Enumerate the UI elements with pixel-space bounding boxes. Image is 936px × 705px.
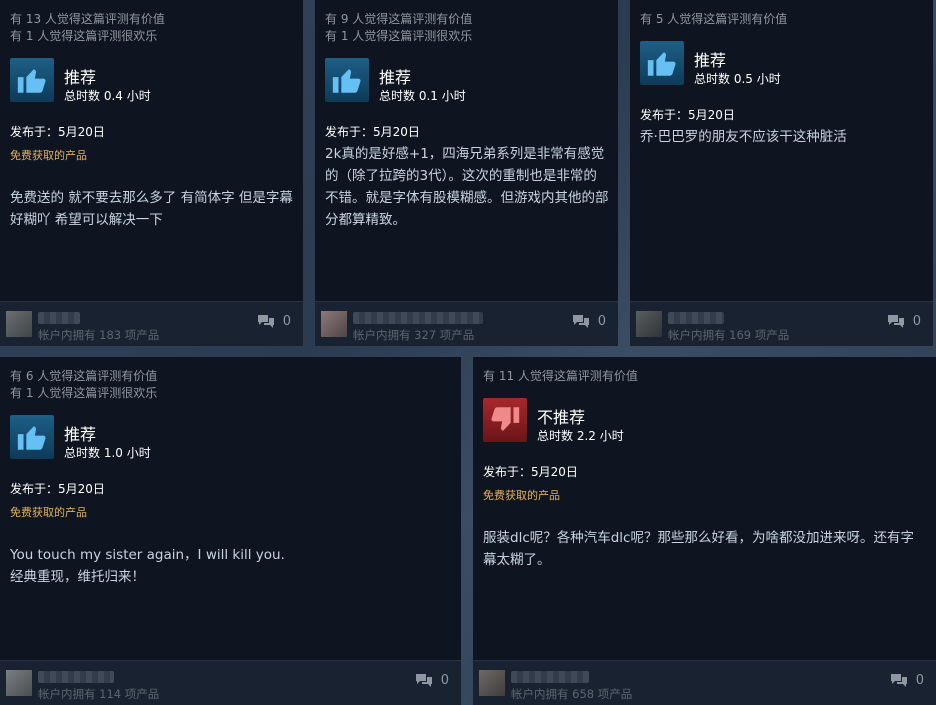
comment-icon: [890, 674, 907, 687]
comment-icon: [572, 315, 589, 328]
comment-count: 0: [912, 314, 921, 329]
thumbs-up-icon[interactable]: [325, 58, 369, 102]
hours-played: 总时数 2.2 小时: [537, 429, 624, 443]
reviewer-name-blurred[interactable]: [38, 671, 114, 683]
review-body: 免费送的 就不要去那么多了 有简体字 但是字幕好糊吖 希望可以解决一下: [10, 190, 293, 228]
funny-count: 有 1 人觉得这篇评测很欢乐: [325, 29, 473, 43]
hours-played: 总时数 1.0 小时: [64, 446, 151, 460]
thumbs-up-icon[interactable]: [10, 58, 54, 102]
posted-date: 发布于：5月20日: [640, 108, 735, 122]
helpful-count: 有 5 人觉得这篇评测有价值: [640, 12, 788, 26]
posted-date: 发布于：5月20日: [483, 465, 578, 479]
hours-played: 总时数 0.5 小时: [694, 72, 781, 86]
hours-played: 总时数 0.1 小时: [379, 89, 466, 103]
avatar[interactable]: [6, 311, 32, 337]
comment-button[interactable]: 0: [415, 673, 449, 688]
helpful-count: 有 13 人觉得这篇评测有价值: [10, 12, 165, 26]
reviewer-name-blurred[interactable]: [668, 312, 724, 324]
products-owned: 帐户内拥有 169 项产品: [668, 328, 790, 342]
review-verdict: 推荐: [64, 68, 97, 87]
review-card: 有 6 人觉得这篇评测有价值 有 1 人觉得这篇评测很欢乐 推荐 总时数 1.0…: [0, 357, 461, 705]
review-helpfulness: 有 11 人觉得这篇评测有价值: [483, 368, 638, 385]
review-footer: 帐户内拥有 658 项产品 0: [473, 660, 936, 705]
thumbs-up-icon[interactable]: [640, 41, 684, 85]
review-body: 服装dlc呢？各种汽车dlc呢？那些那么好看，为啥都没加进来呀。还有字幕太糊了。: [483, 530, 914, 568]
comment-count: 0: [597, 314, 606, 329]
funny-count: 有 1 人觉得这篇评测很欢乐: [10, 29, 158, 43]
hours-played: 总时数 0.4 小时: [64, 89, 151, 103]
comment-button[interactable]: 0: [257, 314, 291, 329]
posted-date: 发布于：5月20日: [325, 125, 420, 139]
free-product-tag: 免费获取的产品: [483, 489, 560, 502]
review-body: 乔·巴巴罗的朋友不应该干这种脏活: [640, 129, 847, 145]
thumbs-down-icon[interactable]: [483, 398, 527, 442]
comment-button[interactable]: 0: [890, 673, 924, 688]
review-verdict: 推荐: [379, 68, 412, 87]
review-card: 有 5 人觉得这篇评测有价值 推荐 总时数 0.5 小时 发布于：5月20日 乔…: [630, 0, 933, 346]
comment-count: 0: [440, 673, 449, 688]
avatar[interactable]: [636, 311, 662, 337]
review-verdict: 推荐: [694, 51, 727, 70]
reviewer-name-blurred[interactable]: [38, 312, 80, 324]
comment-icon: [887, 315, 904, 328]
review-footer: 帐户内拥有 114 项产品 0: [0, 660, 461, 705]
avatar[interactable]: [6, 670, 32, 696]
helpful-count: 有 6 人觉得这篇评测有价值: [10, 369, 158, 383]
products-owned: 帐户内拥有 183 项产品: [38, 328, 160, 342]
reviewer-name-blurred[interactable]: [511, 671, 589, 683]
thumbs-up-icon[interactable]: [10, 415, 54, 459]
reviewer-name-blurred[interactable]: [353, 312, 483, 324]
review-verdict: 推荐: [64, 425, 97, 444]
review-helpfulness: 有 13 人觉得这篇评测有价值 有 1 人觉得这篇评测很欢乐: [10, 11, 165, 45]
review-helpfulness: 有 9 人觉得这篇评测有价值 有 1 人觉得这篇评测很欢乐: [325, 11, 472, 45]
review-helpfulness: 有 5 人觉得这篇评测有价值: [640, 11, 787, 28]
review-body: You touch my sister again，I will kill yo…: [10, 547, 285, 585]
products-owned: 帐户内拥有 658 项产品: [511, 687, 633, 701]
comment-icon: [257, 315, 274, 328]
review-helpfulness: 有 6 人觉得这篇评测有价值 有 1 人觉得这篇评测很欢乐: [10, 368, 157, 402]
review-footer: 帐户内拥有 327 项产品 0: [315, 301, 618, 346]
free-product-tag: 免费获取的产品: [10, 506, 87, 519]
avatar[interactable]: [479, 670, 505, 696]
avatar[interactable]: [321, 311, 347, 337]
review-verdict: 不推荐: [537, 408, 586, 427]
review-body: 2k真的是好感+1，四海兄弟系列是非常有感觉的（除了拉跨的3代）。这次的重制也是…: [325, 146, 609, 228]
review-card: 有 13 人觉得这篇评测有价值 有 1 人觉得这篇评测很欢乐 推荐 总时数 0.…: [0, 0, 303, 346]
comment-button[interactable]: 0: [887, 314, 921, 329]
helpful-count: 有 11 人觉得这篇评测有价值: [483, 369, 638, 383]
products-owned: 帐户内拥有 327 项产品: [353, 328, 475, 342]
comment-button[interactable]: 0: [572, 314, 606, 329]
review-card: 有 11 人觉得这篇评测有价值 不推荐 总时数 2.2 小时 发布于：5月20日…: [473, 357, 936, 705]
comment-count: 0: [915, 673, 924, 688]
free-product-tag: 免费获取的产品: [10, 149, 87, 162]
comment-count: 0: [282, 314, 291, 329]
posted-date: 发布于：5月20日: [10, 482, 105, 496]
review-footer: 帐户内拥有 183 项产品 0: [0, 301, 303, 346]
review-card: 有 9 人觉得这篇评测有价值 有 1 人觉得这篇评测很欢乐 推荐 总时数 0.1…: [315, 0, 618, 346]
review-footer: 帐户内拥有 169 项产品 0: [630, 301, 933, 346]
comment-icon: [415, 674, 432, 687]
posted-date: 发布于：5月20日: [10, 125, 105, 139]
helpful-count: 有 9 人觉得这篇评测有价值: [325, 12, 473, 26]
products-owned: 帐户内拥有 114 项产品: [38, 687, 160, 701]
funny-count: 有 1 人觉得这篇评测很欢乐: [10, 386, 158, 400]
